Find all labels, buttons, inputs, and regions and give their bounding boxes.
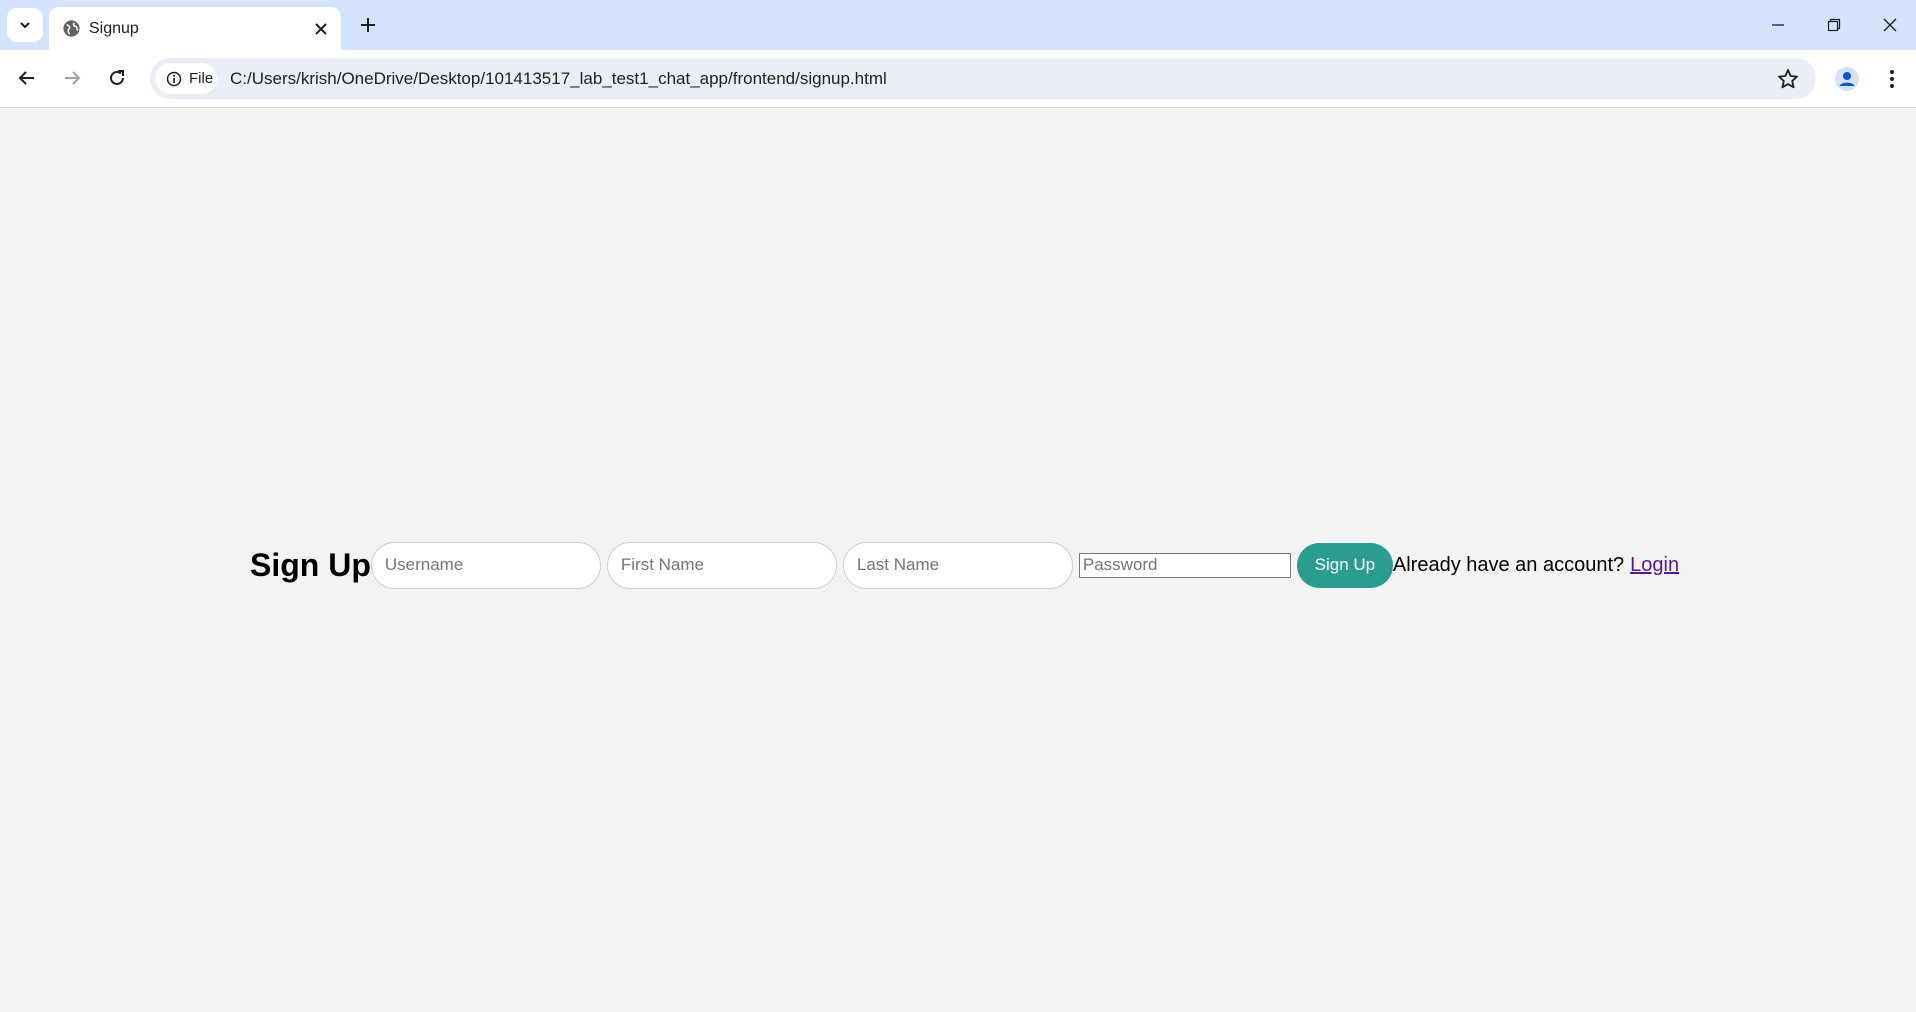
plus-icon [361, 18, 375, 32]
minimize-button[interactable] [1750, 0, 1806, 50]
back-button[interactable] [9, 60, 45, 96]
url-text[interactable]: C:/Users/krish/OneDrive/Desktop/10141351… [230, 69, 887, 89]
password-input[interactable] [1078, 552, 1291, 578]
username-input[interactable] [370, 541, 601, 589]
close-tab-button[interactable] [309, 17, 333, 41]
signup-button[interactable]: Sign Up [1296, 542, 1393, 588]
profile-button[interactable] [1830, 62, 1864, 96]
site-info-chip[interactable]: File [155, 63, 217, 94]
restore-icon [1827, 18, 1841, 32]
profile-icon [1835, 67, 1859, 91]
close-window-icon [1883, 18, 1897, 32]
globe-icon [63, 20, 80, 37]
back-icon [18, 71, 34, 85]
tab-strip: Signup [0, 0, 1916, 50]
forward-button[interactable] [54, 60, 90, 96]
reload-button[interactable] [99, 60, 135, 96]
tab-signup[interactable]: Signup [49, 7, 341, 50]
new-tab-button[interactable] [353, 10, 383, 40]
info-icon [166, 71, 182, 86]
page-title: Sign Up [250, 546, 371, 583]
star-icon[interactable] [1776, 67, 1800, 91]
browser-toolbar: File C:/Users/krish/OneDrive/Desktop/101… [0, 50, 1916, 108]
more-vert-icon [1890, 70, 1894, 88]
restore-button[interactable] [1806, 0, 1862, 50]
tab-title: Signup [89, 20, 139, 37]
address-bar[interactable]: File C:/Users/krish/OneDrive/Desktop/101… [150, 58, 1816, 99]
site-info-label: File [189, 70, 214, 87]
more-menu-button[interactable] [1875, 62, 1909, 96]
already-account-text: Already have an account? [1392, 553, 1625, 576]
close-window-button[interactable] [1862, 0, 1916, 50]
signup-form: Sign Up Sign Up Already have an account?… [250, 541, 1679, 589]
login-link[interactable]: Login [1630, 554, 1679, 577]
first-name-input[interactable] [606, 541, 837, 589]
chevron-down-icon [20, 22, 30, 29]
forward-icon [65, 71, 81, 85]
reload-icon [110, 70, 124, 85]
close-icon [315, 23, 327, 35]
last-name-input[interactable] [842, 541, 1073, 589]
minimize-icon [1772, 24, 1784, 26]
tab-search-button[interactable] [7, 8, 43, 42]
